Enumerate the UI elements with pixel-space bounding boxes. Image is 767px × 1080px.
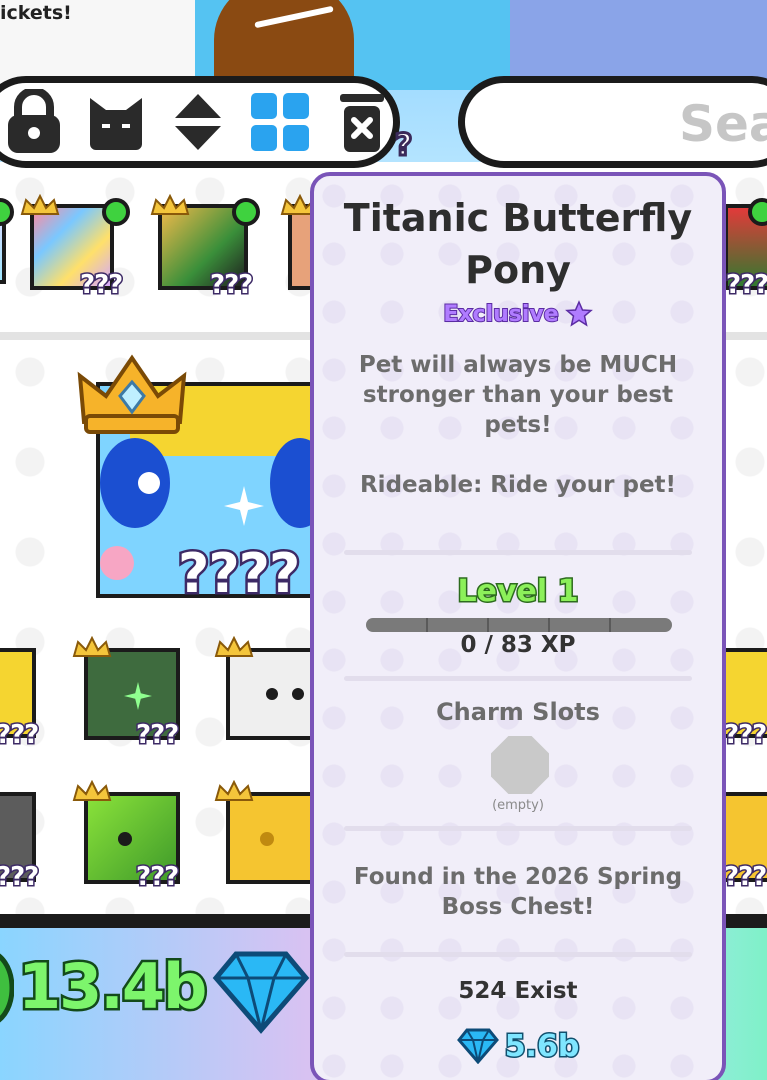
equipped-indicator xyxy=(232,198,260,226)
pet-description: Pet will always be MUCH stronger than yo… xyxy=(358,352,678,438)
gold-crown-icon xyxy=(214,780,254,801)
equipped-indicator xyxy=(0,198,14,226)
inventory-toolbar xyxy=(0,76,400,168)
grid-view-button[interactable] xyxy=(249,87,311,157)
grid-icon xyxy=(251,93,309,151)
separator xyxy=(344,676,692,681)
pet-unknown-label: ??? xyxy=(0,861,41,894)
pet-slot[interactable] xyxy=(226,648,322,740)
pet-title: Titanic Butterfly Pony xyxy=(343,196,693,292)
pet-ability: Rideable: Ride your pet! xyxy=(359,472,677,498)
price-row: 5.6b xyxy=(314,1027,722,1065)
rarity-row: Exclusive xyxy=(314,300,722,328)
star-icon xyxy=(564,300,593,327)
pet-filter-button[interactable] xyxy=(85,87,147,157)
gold-crown-icon xyxy=(214,636,254,657)
price-value: 5.6b xyxy=(503,1027,581,1065)
pet-info-tooltip: Titanic Butterfly Pony Exclusive Pet wil… xyxy=(310,172,726,1080)
separator xyxy=(344,550,692,555)
lock-icon xyxy=(8,89,60,153)
pet-unknown-label: ??? xyxy=(134,861,180,894)
xp-progress-bar xyxy=(366,618,672,632)
coin-balance: 13.4b xyxy=(15,948,209,1026)
rarity-label: Exclusive xyxy=(442,301,559,328)
pet-source: Found in the 2026 Spring Boss Chest! xyxy=(353,864,683,920)
gold-crown-icon xyxy=(150,194,190,215)
gold-crown-icon xyxy=(20,194,60,215)
level-label: Level 1 xyxy=(456,573,580,611)
peek-unknown-label: ? xyxy=(393,127,413,165)
trash-icon xyxy=(340,94,384,152)
charm-slot-empty-label: (empty) xyxy=(492,798,544,813)
diamond-icon xyxy=(456,1028,499,1064)
pet-unknown-label: ??? xyxy=(208,269,254,302)
search-placeholder: Sea xyxy=(679,95,767,153)
xp-text: 0 / 83 XP xyxy=(460,632,576,658)
charm-slots-title: Charm Slots xyxy=(436,698,600,726)
gold-crown-icon xyxy=(72,780,112,801)
cat-face-icon xyxy=(90,98,142,150)
sort-button[interactable] xyxy=(167,87,229,157)
coin-icon xyxy=(0,953,14,1023)
titanic-unknown-label: ???? xyxy=(175,540,302,608)
crown-icon xyxy=(77,354,187,434)
pet-unknown-label: ??? xyxy=(722,719,767,752)
diamond-currency-icon[interactable] xyxy=(210,948,312,1034)
equipped-indicator xyxy=(102,198,130,226)
exist-count: 524 Exist xyxy=(458,978,578,1004)
pet-unknown-label: ??? xyxy=(724,269,767,302)
delete-button[interactable] xyxy=(331,87,393,157)
tickets-banner-text: ickets! xyxy=(0,2,72,24)
separator xyxy=(344,826,692,831)
lock-button[interactable] xyxy=(3,87,65,157)
charm-slot[interactable] xyxy=(491,736,549,794)
pet-unknown-label: ??? xyxy=(78,269,124,302)
search-input[interactable]: Sea xyxy=(458,76,767,168)
pet-unknown-label: ??? xyxy=(134,719,180,752)
pet-unknown-label: ??? xyxy=(0,719,41,752)
pet-unknown-label: ??? xyxy=(722,861,767,894)
sort-arrows-icon xyxy=(175,94,221,150)
separator xyxy=(344,952,692,957)
pet-slot[interactable] xyxy=(226,792,322,884)
gold-crown-icon xyxy=(72,636,112,657)
